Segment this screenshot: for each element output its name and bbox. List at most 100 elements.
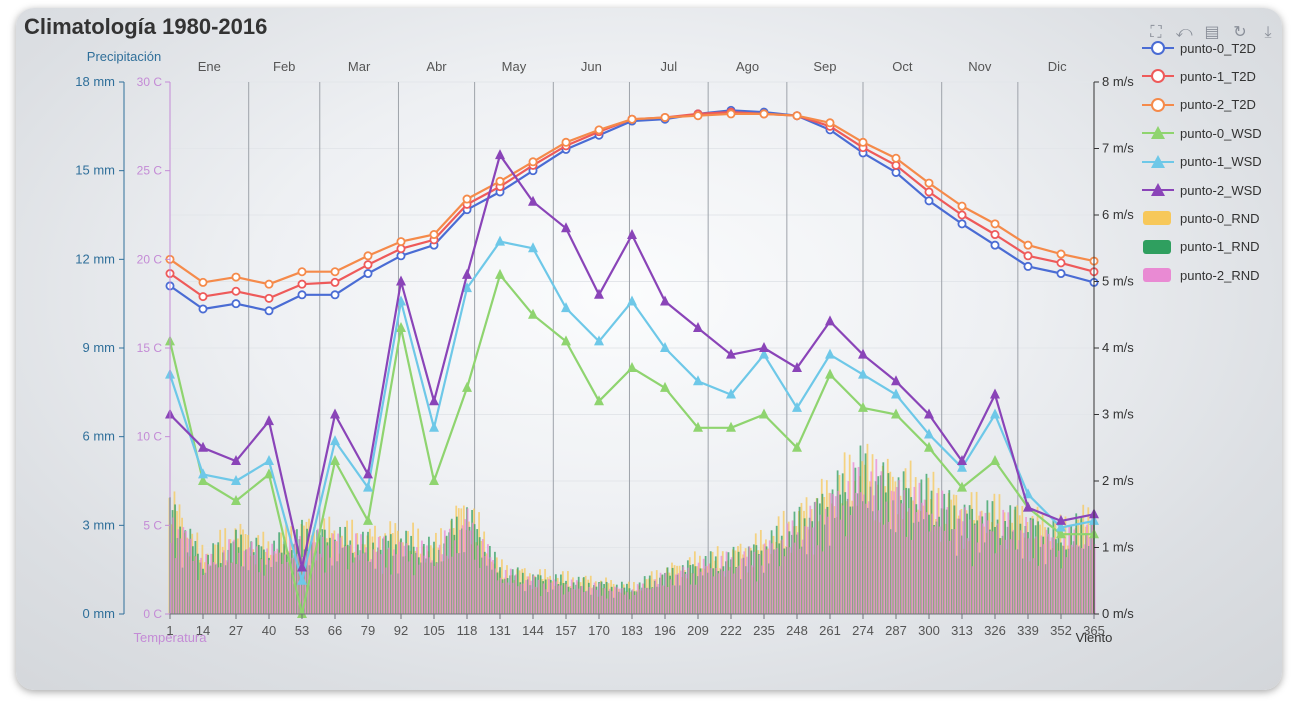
- precip-bar: [573, 589, 576, 614]
- precip-bar: [725, 551, 728, 614]
- legend-symbol: [1142, 183, 1174, 196]
- precip-bar: [322, 536, 324, 614]
- precip-bar: [634, 594, 637, 614]
- precip-bar: [956, 518, 959, 614]
- precip-bar: [481, 538, 484, 614]
- point-punto-0_T2D: [924, 196, 934, 206]
- wind-tick-label: 8 m/s: [1102, 74, 1134, 89]
- legend-item-punto-1_T2D[interactable]: punto-1_T2D: [1140, 66, 1256, 86]
- precip-bar: [418, 564, 421, 614]
- precip-bar: [367, 561, 370, 614]
- precip-bar: [852, 462, 855, 614]
- precip-bar: [928, 531, 931, 614]
- x-tick-label: 79: [361, 623, 375, 638]
- precip-bar: [395, 554, 398, 614]
- precip-bar: [205, 554, 208, 614]
- precip-bar: [1012, 529, 1015, 614]
- point-punto-0_WSD: [759, 408, 769, 419]
- month-label: Dic: [1048, 59, 1067, 74]
- precip-bar: [268, 560, 271, 614]
- precip-bar: [405, 543, 408, 614]
- precip-bar: [707, 563, 710, 614]
- x-tick-label: 339: [1017, 623, 1039, 638]
- precip-bar: [872, 495, 875, 614]
- point-punto-2_T2D: [825, 118, 835, 128]
- precip-bar: [1048, 533, 1050, 614]
- precip-bar: [532, 575, 535, 614]
- precip-bar: [895, 487, 898, 614]
- precip-bar: [443, 530, 446, 614]
- precip-bar: [415, 547, 418, 614]
- precip-bar: [431, 560, 433, 614]
- point-punto-1_WSD: [429, 421, 439, 432]
- precip-bar: [522, 583, 525, 614]
- precip-bar: [959, 510, 961, 614]
- precip-bar: [641, 583, 644, 614]
- precip-bar: [819, 514, 822, 614]
- precip-bar: [829, 493, 832, 614]
- precip-bar: [525, 580, 527, 614]
- precip-bar: [862, 494, 865, 614]
- precip-bar: [1040, 535, 1043, 614]
- precip-bar: [466, 508, 469, 614]
- point-punto-0_T2D: [1023, 261, 1033, 271]
- point-punto-0_WSD: [429, 475, 439, 485]
- precip-bar: [540, 596, 543, 614]
- legend-item-punto-0_WSD[interactable]: punto-0_WSD: [1140, 123, 1262, 143]
- precip-bar: [469, 530, 472, 614]
- month-label: May: [502, 59, 527, 74]
- precip-bar: [357, 555, 360, 614]
- precip-bar: [705, 565, 708, 614]
- precip-bar: [403, 545, 406, 614]
- precip-bar: [530, 580, 532, 614]
- precip-bar: [857, 466, 860, 614]
- point-punto-1_WSD: [627, 295, 637, 306]
- precip-bar: [281, 563, 284, 614]
- precip-bar: [969, 519, 972, 614]
- legend-item-punto-2_RND[interactable]: punto-2_RND: [1140, 265, 1260, 285]
- precip-bar: [591, 588, 593, 614]
- precip-bar: [1073, 529, 1076, 614]
- precip-bar: [951, 529, 954, 614]
- precip-bar: [669, 579, 672, 614]
- wind-tick-label: 3 m/s: [1102, 407, 1134, 422]
- x-tick-label: 27: [229, 623, 243, 638]
- precip-bar: [766, 549, 769, 614]
- legend-item-punto-2_WSD[interactable]: punto-2_WSD: [1140, 180, 1262, 200]
- legend-swatch: [1143, 211, 1171, 226]
- legend-item-punto-2_T2D[interactable]: punto-2_T2D: [1140, 95, 1256, 115]
- x-tick-label: 313: [951, 623, 973, 638]
- point-punto-2_T2D: [1056, 249, 1066, 259]
- temp-tick-label: 30 C: [137, 75, 163, 89]
- legend-item-punto-0_T2D[interactable]: punto-0_T2D: [1140, 38, 1256, 58]
- legend-item-punto-0_RND[interactable]: punto-0_RND: [1140, 208, 1260, 228]
- precip-tick-label: 12 mm: [75, 251, 115, 266]
- precip-bar: [266, 548, 268, 614]
- precip-bar: [842, 505, 845, 614]
- point-punto-1_T2D: [297, 279, 307, 289]
- precip-bar: [408, 561, 411, 614]
- point-punto-2_T2D: [264, 279, 274, 289]
- precip-bar: [190, 538, 192, 614]
- precip-bar: [631, 589, 634, 614]
- precip-bar: [398, 541, 400, 614]
- point-punto-2_WSD: [495, 149, 505, 160]
- legend-item-punto-1_RND[interactable]: punto-1_RND: [1140, 237, 1260, 257]
- precip-bar: [258, 572, 261, 614]
- precip-bar: [657, 584, 659, 614]
- x-tick-label: 1: [166, 623, 173, 638]
- precip-bar: [664, 572, 667, 614]
- point-punto-2_WSD: [891, 375, 901, 386]
- precip-bar: [426, 545, 428, 614]
- precip-bar: [253, 555, 256, 614]
- point-punto-1_WSD: [825, 348, 835, 359]
- wind-tick-label: 6 m/s: [1102, 207, 1134, 222]
- point-punto-0_WSD: [462, 381, 472, 392]
- precip-bar: [781, 539, 784, 614]
- precip-bar: [362, 553, 365, 614]
- precip-bar: [230, 562, 233, 614]
- legend-item-punto-1_WSD[interactable]: punto-1_WSD: [1140, 152, 1262, 172]
- precip-bar: [814, 501, 817, 614]
- point-punto-2_T2D: [330, 267, 340, 277]
- precip-bar: [332, 533, 334, 614]
